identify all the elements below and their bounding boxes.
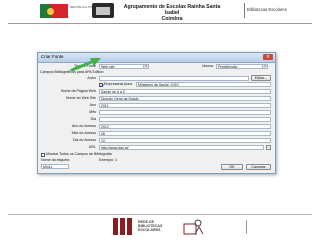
rbe-logo-bar xyxy=(127,218,132,235)
rbe-text: REDE DE BIBLIOTECAS ESCOLARES xyxy=(138,220,162,232)
footer-divider xyxy=(246,220,247,234)
rbe-logo-bar xyxy=(113,218,118,235)
pointer-arrow-icon xyxy=(70,58,101,72)
footer-rule xyxy=(8,214,312,215)
rbe-logo-bar xyxy=(120,218,125,235)
rbe-logo xyxy=(113,218,137,235)
rbe-text-line3: ESCOLARES xyxy=(138,228,161,232)
library-icon xyxy=(183,219,204,235)
